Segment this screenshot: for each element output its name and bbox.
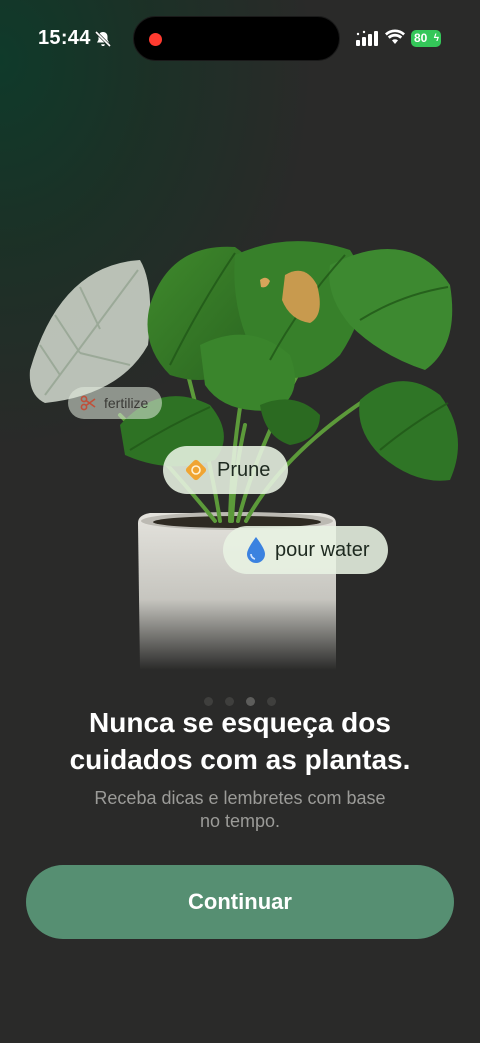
wifi-icon [385, 29, 405, 44]
prune-label: Prune [217, 458, 271, 481]
scissors-icon [80, 395, 96, 411]
battery-icon: 80 ϟ [411, 30, 441, 47]
title-line-1: Nunca se esqueça dos [89, 707, 391, 738]
subtitle-line-1: Receba dicas e lembretes com base [94, 788, 386, 808]
subtitle-line-2: no tempo. [199, 811, 281, 831]
battery-level: 80 [414, 31, 428, 45]
fertilize-chip: fertilize [68, 387, 163, 419]
signal-icon [356, 30, 378, 46]
prune-chip: Prune [163, 446, 289, 494]
continue-button[interactable]: Continuar [26, 865, 454, 939]
dynamic-island [133, 16, 340, 61]
onboarding-title: Nunca se esqueça dos cuidados com as pla… [0, 704, 480, 778]
status-bar: 15:44 80 ϟ [0, 0, 480, 78]
prune-icon [183, 457, 209, 483]
bell-slash-icon [94, 30, 112, 48]
water-drop-icon [245, 536, 267, 564]
onboarding-subtitle: Receba dicas e lembretes com base no tem… [0, 787, 480, 833]
clock: 15:44 [38, 27, 91, 49]
fertilize-label: fertilize [104, 395, 149, 411]
pour-water-chip: pour water [223, 526, 388, 574]
recording-indicator-icon [149, 33, 162, 46]
title-line-2: cuidados com as plantas. [69, 744, 411, 775]
pour-water-label: pour water [275, 538, 370, 561]
